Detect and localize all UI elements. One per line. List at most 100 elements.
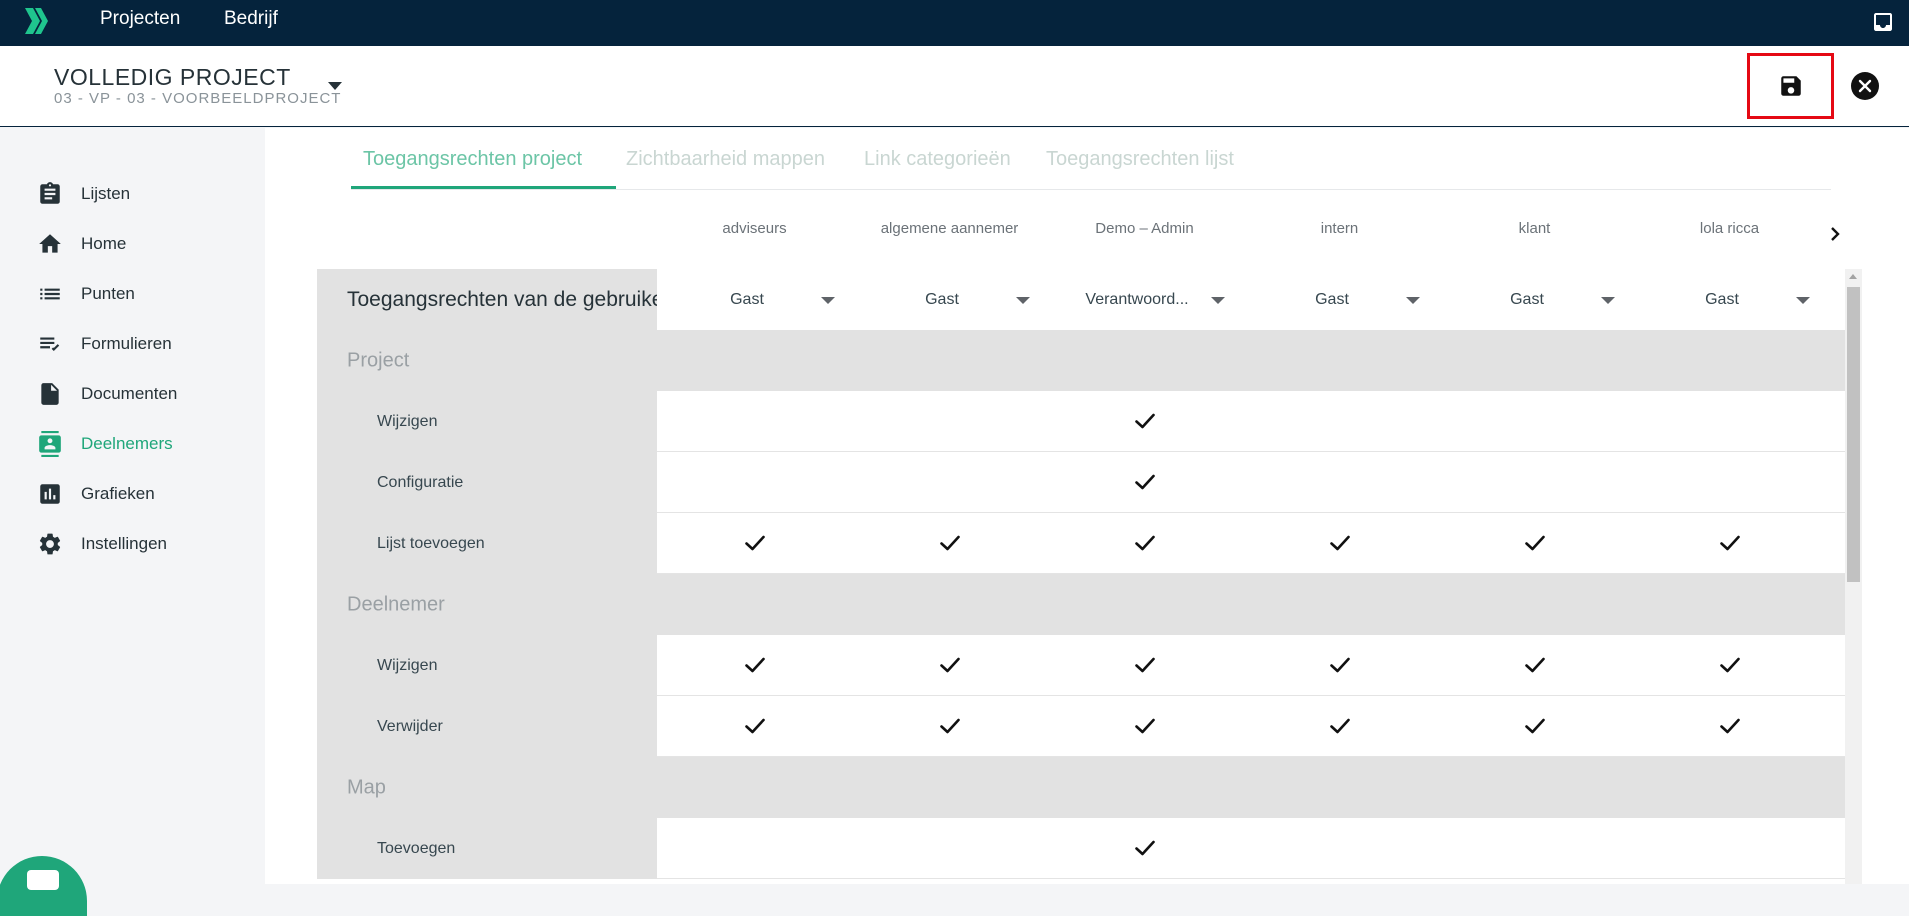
column-header: algemene aannemer: [880, 220, 1019, 237]
empty-permission-cell[interactable]: [743, 409, 767, 433]
empty-permission-cell[interactable]: [743, 836, 767, 860]
empty-permission-cell[interactable]: [1718, 409, 1742, 433]
project-dropdown-icon[interactable]: [328, 82, 342, 90]
empty-permission-cell[interactable]: [1328, 409, 1352, 433]
empty-permission-cell[interactable]: [1328, 836, 1352, 860]
sidebar-item-formulieren[interactable]: Formulieren: [36, 329, 172, 359]
empty-permission-cell[interactable]: [1523, 470, 1547, 494]
table-section-row: Deelnemer: [317, 574, 1845, 635]
checkmark-icon[interactable]: [1718, 531, 1742, 555]
table-section-row: Project: [317, 330, 1845, 391]
permission-label: Configuratie: [377, 473, 464, 491]
row-values: [657, 330, 1845, 391]
document-icon: [36, 380, 64, 408]
main-content: Toegangsrechten project Zichtbaarheid ma…: [265, 128, 1909, 884]
sidebar-item-lijsten[interactable]: Lijsten: [36, 179, 130, 209]
checkmark-icon[interactable]: [1523, 714, 1547, 738]
sidebar-item-punten[interactable]: Punten: [36, 279, 135, 309]
tab-link-categorieen[interactable]: Link categorieën: [864, 148, 1011, 171]
header-label-cell: Toegangsrechten van de gebruiker: [317, 269, 657, 330]
nav-projecten[interactable]: Projecten: [100, 8, 180, 30]
column-header: Demo – Admin: [1095, 220, 1194, 237]
checkmark-icon[interactable]: [1133, 653, 1157, 677]
section-label: Deelnemer: [347, 593, 445, 615]
chart-icon: [36, 480, 64, 508]
vertical-scrollbar[interactable]: [1845, 269, 1862, 884]
sidebar-item-home[interactable]: Home: [36, 229, 126, 259]
role-select-value: Gast: [1510, 290, 1544, 308]
nav-bedrijf[interactable]: Bedrijf: [224, 8, 278, 30]
chevron-right-icon[interactable]: [1823, 222, 1847, 246]
checkmark-icon[interactable]: [1133, 531, 1157, 555]
permission-label: Lijst toevoegen: [377, 534, 485, 552]
empty-permission-cell[interactable]: [1718, 836, 1742, 860]
empty-permission-cell[interactable]: [938, 836, 962, 860]
checkmark-icon[interactable]: [743, 531, 767, 555]
scrollbar-thumb[interactable]: [1847, 287, 1860, 582]
tab-zichtbaarheid-mappen[interactable]: Zichtbaarheid mappen: [626, 148, 825, 171]
empty-permission-cell[interactable]: [1328, 470, 1352, 494]
checkmark-icon[interactable]: [1718, 653, 1742, 677]
project-header: VOLLEDIG PROJECT 03 - VP - 03 - VOORBEEL…: [0, 46, 1909, 127]
checkmark-icon[interactable]: [743, 714, 767, 738]
role-select-value: Gast: [925, 290, 959, 308]
app-logo-icon[interactable]: [23, 6, 51, 36]
close-button[interactable]: [1851, 72, 1879, 100]
role-select[interactable]: Gast: [1640, 282, 1820, 318]
checkmark-icon[interactable]: [1523, 653, 1547, 677]
checkmark-icon[interactable]: [938, 653, 962, 677]
table-row: Wijzigen: [317, 635, 1845, 696]
inbox-icon[interactable]: [1871, 10, 1895, 34]
row-values: [657, 757, 1845, 818]
sidebar-item-instellingen[interactable]: Instellingen: [36, 529, 167, 559]
table-row: Verwijder: [317, 696, 1845, 757]
checkmark-icon[interactable]: [1133, 714, 1157, 738]
empty-permission-cell[interactable]: [938, 470, 962, 494]
column-header: intern: [1320, 220, 1359, 237]
role-select[interactable]: Gast: [860, 282, 1040, 318]
save-button[interactable]: [1747, 53, 1834, 119]
checkmark-icon[interactable]: [1328, 531, 1352, 555]
sidebar-item-grafieken[interactable]: Grafieken: [36, 479, 155, 509]
row-label-cell: Toevoegen: [317, 818, 657, 879]
checklist-icon: [36, 330, 64, 358]
table-row: Lijst toevoegen: [317, 513, 1845, 574]
empty-permission-cell[interactable]: [743, 470, 767, 494]
role-select[interactable]: Gast: [1250, 282, 1430, 318]
checkmark-icon[interactable]: [1133, 409, 1157, 433]
tab-toegangsrechten-lijst[interactable]: Toegangsrechten lijst: [1046, 148, 1234, 171]
sidebar-item-deelnemers[interactable]: Deelnemers: [36, 429, 173, 459]
sidebar-item-label: Home: [81, 234, 127, 253]
checkmark-icon[interactable]: [743, 653, 767, 677]
row-label-cell: Wijzigen: [317, 635, 657, 696]
checkmark-icon[interactable]: [1328, 714, 1352, 738]
dropdown-arrow-icon: [1406, 296, 1420, 304]
empty-permission-cell[interactable]: [938, 409, 962, 433]
tab-toegangsrechten-project[interactable]: Toegangsrechten project: [363, 148, 582, 171]
row-values: [657, 574, 1845, 635]
empty-permission-cell[interactable]: [1523, 409, 1547, 433]
role-select[interactable]: Gast: [1445, 282, 1625, 318]
checkmark-icon[interactable]: [1133, 836, 1157, 860]
sidebar-item-label: Instellingen: [81, 534, 168, 553]
row-values: [657, 696, 1845, 757]
row-label-cell: Project: [317, 330, 657, 391]
close-icon: [1858, 79, 1872, 93]
table-row: Wijzigen: [317, 391, 1845, 452]
checkmark-icon[interactable]: [1718, 714, 1742, 738]
scroll-up-arrow-icon[interactable]: [1849, 274, 1857, 279]
role-select-value: Verantwoord...: [1085, 290, 1189, 308]
row-label-cell: Deelnemer: [317, 574, 657, 635]
role-select[interactable]: Verantwoord...: [1055, 282, 1235, 318]
sidebar-item-documenten[interactable]: Documenten: [36, 379, 177, 409]
role-select[interactable]: Gast: [665, 282, 845, 318]
checkmark-icon[interactable]: [1328, 653, 1352, 677]
checkmark-icon[interactable]: [938, 714, 962, 738]
empty-permission-cell[interactable]: [1718, 470, 1742, 494]
contact-icon: [36, 430, 64, 458]
checkmark-icon[interactable]: [1133, 470, 1157, 494]
top-nav-bar: Projecten Bedrijf: [0, 0, 1909, 46]
checkmark-icon[interactable]: [1523, 531, 1547, 555]
empty-permission-cell[interactable]: [1523, 836, 1547, 860]
checkmark-icon[interactable]: [938, 531, 962, 555]
